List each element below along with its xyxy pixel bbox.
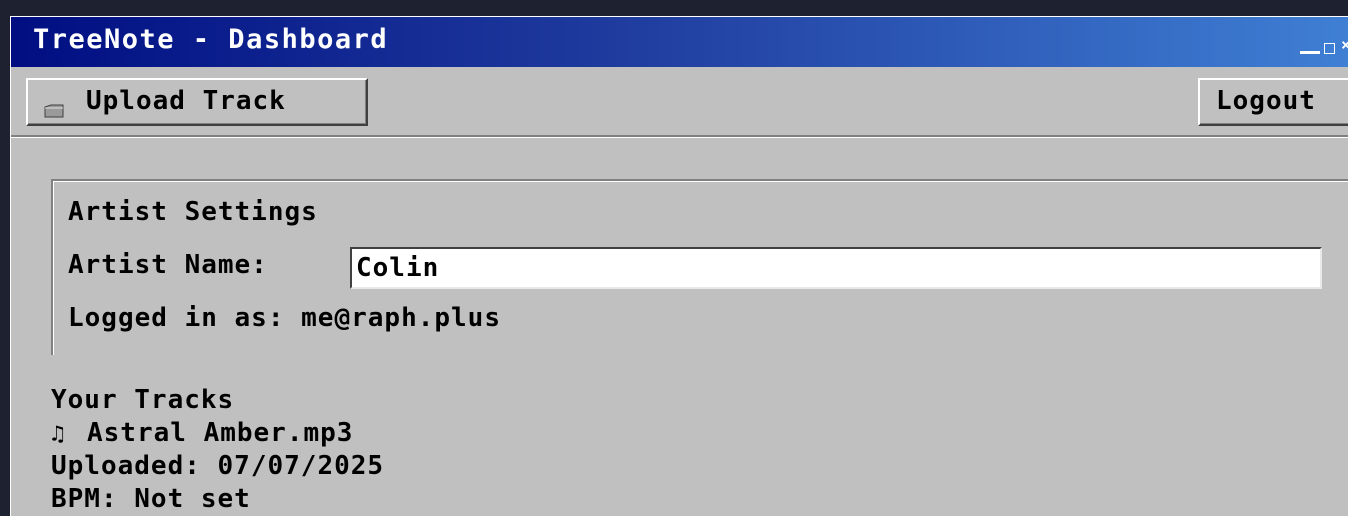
close-icon[interactable]: × bbox=[1341, 35, 1348, 55]
minimize-icon[interactable] bbox=[1300, 51, 1320, 54]
artist-name-label: Artist Name: bbox=[68, 250, 268, 280]
toolbar: Upload Track Logout bbox=[11, 67, 1348, 137]
window-title: TreeNote - Dashboard bbox=[33, 24, 389, 55]
title-bar[interactable]: TreeNote - Dashboard × bbox=[11, 17, 1348, 67]
track-item[interactable]: ♫ Astral Amber.mp3 bbox=[51, 418, 353, 448]
upload-track-button[interactable]: Upload Track bbox=[26, 78, 368, 126]
window-controls: × bbox=[1294, 35, 1348, 57]
track-bpm: BPM: Not set bbox=[51, 484, 251, 514]
artist-name-field[interactable] bbox=[350, 247, 1322, 289]
logout-button[interactable]: Logout bbox=[1198, 78, 1348, 126]
track-uploaded-date: Uploaded: 07/07/2025 bbox=[51, 451, 385, 481]
dashboard-window: TreeNote - Dashboard × Upload Track Logo… bbox=[10, 16, 1348, 516]
folder-icon bbox=[44, 96, 64, 118]
artist-settings-title: Artist Settings bbox=[68, 197, 318, 227]
tracks-heading: Your Tracks bbox=[51, 385, 235, 415]
upload-track-label: Upload Track bbox=[86, 86, 286, 116]
music-note-icon: ♫ bbox=[51, 422, 66, 447]
artist-settings-group: Artist Settings Artist Name: Logged in a… bbox=[51, 179, 1348, 355]
track-name: Astral Amber.mp3 bbox=[87, 418, 354, 448]
maximize-icon[interactable] bbox=[1324, 43, 1335, 54]
logout-label: Logout bbox=[1216, 86, 1316, 116]
logged-in-text: Logged in as: me@raph.plus bbox=[68, 303, 501, 333]
